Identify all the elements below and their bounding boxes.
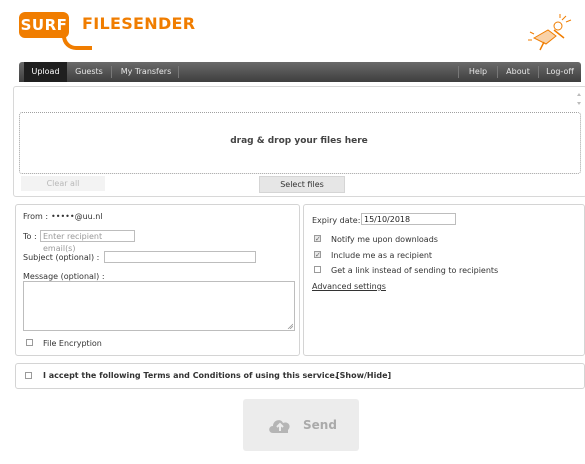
- select-files-button[interactable]: Select files: [259, 176, 345, 193]
- terms-toggle-link[interactable]: [Show/Hide]: [336, 371, 391, 380]
- terms-checkbox[interactable]: [25, 372, 32, 379]
- nav-separator: [178, 66, 179, 78]
- tab-guests[interactable]: Guests: [71, 62, 107, 82]
- subject-label: Subject (optional) :: [23, 253, 100, 262]
- clear-all-button[interactable]: Clear all: [21, 176, 105, 191]
- nav-separator: [538, 66, 539, 78]
- send-label: Send: [303, 418, 337, 432]
- tab-upload[interactable]: Upload: [24, 62, 67, 82]
- nav-logoff[interactable]: Log-off: [541, 62, 579, 82]
- to-email-input[interactable]: Enter recipient email(s): [40, 230, 135, 253]
- nav-separator: [497, 66, 498, 78]
- from-label: From :: [23, 212, 49, 221]
- cloud-upload-icon: [269, 420, 290, 433]
- message-label: Message (optional) :: [23, 272, 105, 281]
- tab-my-transfers[interactable]: My Transfers: [115, 62, 177, 82]
- scroll-arrows-icon[interactable]: [576, 92, 582, 106]
- mascot-icon: [528, 14, 572, 51]
- expiry-date-input[interactable]: 15/10/2018: [361, 213, 456, 225]
- options-panel: [303, 204, 585, 356]
- main-navbar: Upload Guests My Transfers Help About Lo…: [19, 62, 581, 82]
- include-me-label: Include me as a recipient: [331, 251, 433, 260]
- nav-help[interactable]: Help: [463, 62, 493, 82]
- expiry-label: Expiry date:: [312, 216, 361, 225]
- from-value: •••••@uu.nl: [51, 212, 103, 221]
- to-label: To :: [23, 232, 37, 241]
- dropzone-text: drag & drop your files here: [230, 136, 368, 146]
- nav-separator: [111, 66, 112, 78]
- filesender-logo-text: FILESENDER: [82, 14, 196, 33]
- get-link-checkbox[interactable]: [314, 266, 321, 273]
- nav-about[interactable]: About: [501, 62, 535, 82]
- notify-checkbox[interactable]: [314, 235, 321, 242]
- send-button[interactable]: Send: [243, 399, 359, 451]
- nav-separator: [458, 66, 459, 78]
- notify-label: Notify me upon downloads: [331, 235, 438, 244]
- resize-handle-icon[interactable]: [287, 323, 293, 329]
- terms-text: I accept the following Terms and Conditi…: [43, 371, 338, 380]
- advanced-settings-link[interactable]: Advanced settings: [312, 282, 386, 291]
- get-link-label: Get a link instead of sending to recipie…: [331, 266, 499, 275]
- include-me-checkbox[interactable]: [314, 251, 321, 258]
- message-textarea[interactable]: [23, 281, 295, 331]
- subject-input[interactable]: [104, 251, 256, 263]
- file-encryption-checkbox[interactable]: [26, 339, 33, 346]
- file-encryption-label: File Encryption: [43, 339, 102, 348]
